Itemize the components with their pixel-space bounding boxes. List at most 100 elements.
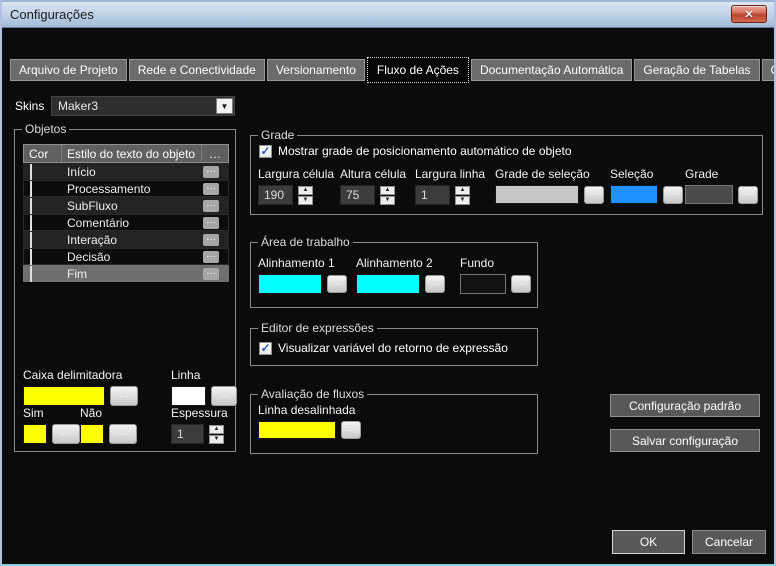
alinhamento-1-picker-button[interactable]: … bbox=[327, 275, 347, 293]
alinhamento-2-swatch[interactable] bbox=[356, 274, 420, 294]
tab-geracao-de-tabelas[interactable]: Geração de Tabelas bbox=[634, 59, 759, 81]
color-swatch[interactable] bbox=[30, 249, 32, 265]
caixa-delimitadora-picker-button[interactable]: … bbox=[110, 386, 138, 406]
sim-field: Sim … bbox=[23, 406, 80, 444]
spinner-down-icon[interactable]: ▼ bbox=[298, 196, 313, 205]
row-label: Decisão bbox=[61, 250, 203, 264]
largura-linha-value[interactable]: 1 bbox=[415, 185, 450, 205]
espessura-value[interactable]: 1 bbox=[171, 424, 204, 444]
spinner-down-icon[interactable]: ▼ bbox=[380, 196, 395, 205]
color-swatch[interactable] bbox=[30, 164, 32, 180]
checkbox-checked-icon[interactable]: ✓ bbox=[259, 145, 272, 158]
altura-celula-value[interactable]: 75 bbox=[340, 185, 375, 205]
grade-group: Grade ✓ Mostrar grade de posicionamento … bbox=[250, 135, 763, 215]
selecao-field: Seleção … bbox=[610, 167, 683, 204]
checkbox-checked-icon[interactable]: ✓ bbox=[259, 342, 272, 355]
show-grid-checkbox[interactable]: ✓ Mostrar grade de posicionamento automá… bbox=[259, 144, 572, 158]
grade-cor-field: Grade … bbox=[685, 167, 758, 204]
alinhamento-2-field: Alinhamento 2 … bbox=[356, 256, 445, 294]
tab-documentacao-automatica[interactable]: Documentação Automática bbox=[471, 59, 632, 81]
grade-cor-picker-button[interactable]: … bbox=[738, 186, 758, 204]
spinner-up-icon[interactable]: ▲ bbox=[209, 425, 224, 434]
tab-outros[interactable]: Outros bbox=[762, 59, 776, 81]
table-row-comentario[interactable]: Comentário … bbox=[23, 214, 229, 231]
linha-desalinhada-picker-button[interactable]: … bbox=[341, 421, 361, 439]
object-style-table: Cor Estilo do texto do objeto … Início …… bbox=[23, 144, 229, 282]
linha-picker-button[interactable]: … bbox=[211, 386, 237, 406]
linha-swatch[interactable] bbox=[171, 386, 206, 406]
skins-selected-value: Maker3 bbox=[58, 99, 98, 113]
tab-versionamento[interactable]: Versionamento bbox=[267, 59, 365, 81]
row-label: Interação bbox=[61, 233, 203, 247]
spinner-up-icon[interactable]: ▲ bbox=[455, 186, 470, 195]
selecao-picker-button[interactable]: … bbox=[663, 186, 683, 204]
alinhamento-2-label: Alinhamento 2 bbox=[356, 256, 445, 270]
grade-de-selecao-swatch[interactable] bbox=[495, 185, 579, 204]
altura-celula-spinner[interactable]: 75 ▲ ▼ bbox=[340, 185, 406, 205]
largura-linha-spinner[interactable]: 1 ▲ ▼ bbox=[415, 185, 485, 205]
nao-swatch[interactable] bbox=[80, 424, 104, 444]
spinner-up-icon[interactable]: ▲ bbox=[298, 186, 313, 195]
row-label: SubFluxo bbox=[61, 199, 203, 213]
nao-picker-button[interactable]: … bbox=[109, 424, 137, 444]
row-label: Comentário bbox=[61, 216, 203, 230]
grade-cor-swatch[interactable] bbox=[685, 185, 733, 204]
skins-select[interactable]: Maker3 ▼ bbox=[51, 96, 235, 116]
table-row-interacao[interactable]: Interação … bbox=[23, 231, 229, 248]
row-label: Fim bbox=[61, 267, 203, 281]
salvar-configuracao-button[interactable]: Salvar configuração bbox=[610, 429, 760, 452]
tab-fluxo-de-acoes[interactable]: Fluxo de Ações bbox=[367, 57, 469, 83]
spinner-down-icon[interactable]: ▼ bbox=[455, 196, 470, 205]
color-swatch[interactable] bbox=[30, 198, 32, 214]
caixa-delimitadora-swatch[interactable] bbox=[23, 386, 105, 406]
altura-celula-field: Altura célula 75 ▲ ▼ bbox=[340, 167, 406, 205]
edit-style-button[interactable]: … bbox=[203, 183, 219, 195]
fundo-picker-button[interactable]: … bbox=[511, 275, 531, 293]
table-row-subfluxo[interactable]: SubFluxo … bbox=[23, 197, 229, 214]
table-row-decisao[interactable]: Decisão … bbox=[23, 248, 229, 265]
tab-arquivo-de-projeto[interactable]: Arquivo de Projeto bbox=[10, 59, 127, 81]
color-swatch[interactable] bbox=[30, 232, 32, 248]
edit-style-button[interactable]: … bbox=[203, 251, 219, 263]
tab-rede-e-conectividade[interactable]: Rede e Conectividade bbox=[129, 59, 265, 81]
configuracao-padrao-button[interactable]: Configuração padrão bbox=[610, 394, 760, 417]
espessura-label: Espessura bbox=[171, 406, 228, 420]
titlebar[interactable]: Configurações ✕ bbox=[2, 2, 774, 28]
close-icon: ✕ bbox=[744, 8, 753, 21]
espessura-spinner[interactable]: 1 ▲ ▼ bbox=[171, 424, 228, 444]
edit-style-button[interactable]: … bbox=[203, 268, 219, 280]
selecao-swatch[interactable] bbox=[610, 185, 658, 204]
color-swatch[interactable] bbox=[30, 215, 32, 231]
sim-swatch[interactable] bbox=[23, 424, 47, 444]
table-row-processamento[interactable]: Processamento … bbox=[23, 180, 229, 197]
color-swatch[interactable] bbox=[30, 266, 32, 282]
edit-style-button[interactable]: … bbox=[203, 234, 219, 246]
linha-desalinhada-swatch[interactable] bbox=[258, 421, 336, 439]
ok-button[interactable]: OK bbox=[612, 530, 685, 554]
table-row-inicio[interactable]: Início … bbox=[23, 163, 229, 180]
edit-style-button[interactable]: … bbox=[203, 217, 219, 229]
largura-linha-field: Largura linha 1 ▲ ▼ bbox=[415, 167, 485, 205]
chevron-down-icon[interactable]: ▼ bbox=[216, 98, 233, 114]
alinhamento-1-swatch[interactable] bbox=[258, 274, 322, 294]
spinner-down-icon[interactable]: ▼ bbox=[209, 435, 224, 444]
sim-label: Sim bbox=[23, 406, 80, 420]
header-ellipsis-button[interactable]: … bbox=[202, 145, 228, 162]
largura-celula-spinner[interactable]: 190 ▲ ▼ bbox=[258, 185, 334, 205]
visualizar-variavel-checkbox[interactable]: ✓ Visualizar variável do retorno de expr… bbox=[259, 341, 508, 355]
grade-de-selecao-picker-button[interactable]: … bbox=[584, 186, 604, 204]
linha-field: Linha … bbox=[171, 368, 237, 406]
sim-picker-button[interactable]: … bbox=[52, 424, 80, 444]
cancelar-button[interactable]: Cancelar bbox=[692, 530, 766, 554]
largura-celula-value[interactable]: 190 bbox=[258, 185, 293, 205]
close-button[interactable]: ✕ bbox=[731, 5, 767, 23]
spinner-up-icon[interactable]: ▲ bbox=[380, 186, 395, 195]
edit-style-button[interactable]: … bbox=[203, 166, 219, 178]
edit-style-button[interactable]: … bbox=[203, 200, 219, 212]
linha-label: Linha bbox=[171, 368, 237, 382]
color-swatch[interactable] bbox=[30, 181, 32, 197]
linha-desalinhada-label: Linha desalinhada bbox=[258, 403, 361, 417]
table-row-fim[interactable]: Fim … bbox=[23, 265, 229, 282]
alinhamento-2-picker-button[interactable]: … bbox=[425, 275, 445, 293]
fundo-swatch[interactable] bbox=[460, 274, 506, 294]
